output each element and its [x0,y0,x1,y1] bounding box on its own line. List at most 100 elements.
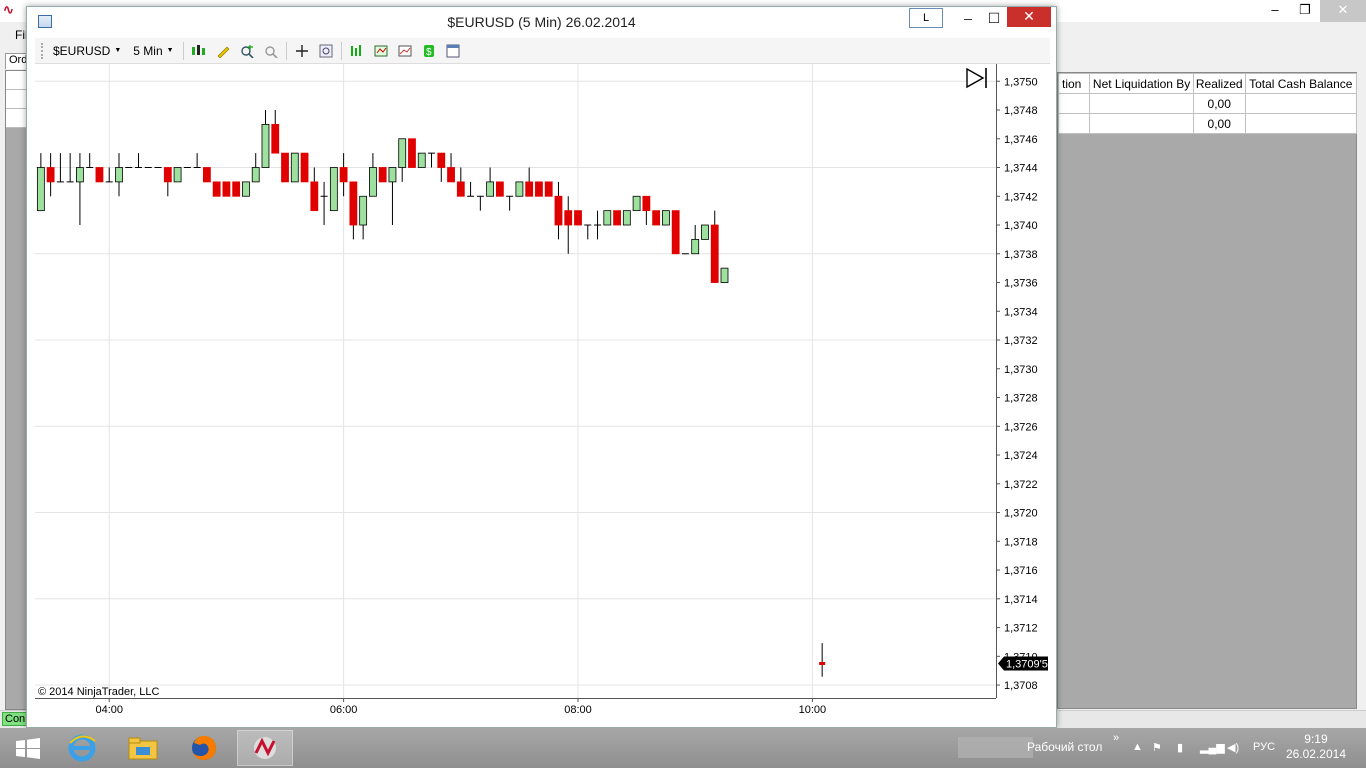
copyright-text: © 2014 NinjaTrader, LLC [38,686,159,698]
accounts-grid: tion Net Liquidation By Realized Total C… [1057,72,1358,709]
candle-body [359,195,368,226]
minimize-icon[interactable]: – [955,9,981,29]
candle-body [378,167,387,183]
cell [1244,93,1358,114]
candle-body [398,138,407,168]
column-header[interactable]: Net Liquidation By [1089,73,1194,94]
candle-body [564,210,573,226]
candle-body [329,167,338,212]
close-icon[interactable]: ✕ [1007,7,1051,27]
column-header[interactable]: Total Cash Balance [1244,73,1358,94]
candle-body [652,210,661,226]
candle-body [535,181,543,197]
ninjatrader-logo-icon: ∿ [3,2,14,17]
candle-body [115,167,123,183]
crosshair-icon[interactable] [293,42,311,60]
chart-toolbar: $EURUSD ▼ 5 Min ▼ $ [35,38,1050,64]
candle-body [632,195,641,212]
candle-body [701,224,709,240]
candle-body [271,123,280,154]
indicators-icon[interactable] [348,42,366,60]
internet-explorer-icon[interactable] [54,730,110,766]
chart-style-icon[interactable] [190,42,208,60]
svg-text:$: $ [426,47,432,58]
y-tick-label: 1,3750 [1004,76,1038,88]
maximize-icon[interactable]: ☐ [981,9,1007,29]
candle-body [613,210,621,226]
zoom-in-icon[interactable] [238,42,256,60]
language-indicator[interactable]: РУС [1253,741,1275,753]
minimize-icon[interactable]: – [1260,0,1290,22]
clock[interactable]: 9:19 26.02.2014 [1286,732,1346,762]
candle-body [232,181,241,197]
toolbar-grip [41,42,44,59]
network-icon[interactable]: ▂▄▆ [1200,741,1225,754]
y-tick-label: 1,3734 [1004,306,1038,318]
candle-body [163,167,172,183]
candle-body [36,167,45,212]
y-tick-label: 1,3736 [1004,278,1038,290]
candle-body [447,167,455,183]
candle-body [554,195,563,226]
properties-icon[interactable] [444,42,462,60]
link-button[interactable]: L [909,8,943,28]
overflow-icon[interactable]: » [1113,732,1119,744]
cell: 0,00 [1192,93,1246,114]
accounts-grid-header: tion Net Liquidation By Realized Total C… [1057,73,1358,94]
candle-body [671,210,680,255]
candlestick-chart[interactable]: 1,3750 1,3748 1,3746 1,3744 1,3742 1,3740 1,37… [35,64,1050,716]
drawing-tools-icon[interactable] [214,42,232,60]
table-row[interactable]: 0,00 [1057,93,1358,114]
candle-body [417,152,426,168]
y-tick-label: 1,3728 [1004,393,1038,405]
candle-body [710,224,719,283]
clock-date: 26.02.2014 [1285,747,1346,761]
candle-body [300,152,309,183]
chart-window-titlebar[interactable]: $EURUSD (5 Min) 26.02.2014 L – ☐ ✕ [27,7,1056,37]
candle-body [437,152,446,168]
start-button[interactable] [0,730,56,766]
y-tick-label: 1,3720 [1004,508,1038,520]
show-hidden-icons-icon[interactable]: ▲ [1132,741,1143,753]
dollar-icon[interactable]: $ [420,42,438,60]
candle-body [281,152,289,183]
candle-body [544,181,553,197]
candle-body [290,152,299,183]
candle-body [310,181,319,212]
strategies-icon[interactable] [372,42,390,60]
cell [1057,93,1091,114]
table-row[interactable]: 0,00 [1057,113,1358,134]
file-explorer-icon[interactable] [115,730,171,766]
instrument-selector[interactable]: $EURUSD ▼ [50,44,124,58]
chart-trader-icon[interactable] [396,42,414,60]
data-box-icon[interactable] [317,42,335,60]
candle-body [456,181,465,197]
desktop-toolbar-label[interactable]: Рабочий стол [1027,740,1102,754]
close-icon[interactable]: ✕ [1320,0,1366,22]
candle-body [173,167,182,183]
cell: 0,00 [1192,113,1246,134]
last-tick-body [819,661,826,665]
action-center-icon[interactable]: ⚑ [1152,741,1162,754]
candle-body [642,195,651,212]
column-header[interactable]: Realized [1192,73,1246,94]
interval-selector[interactable]: 5 Min ▼ [130,44,176,58]
firefox-icon[interactable] [176,730,232,766]
candle-body [525,181,534,197]
candle-body [242,181,250,197]
candle-body [339,167,348,183]
candle-body [369,167,377,197]
ninjatrader-taskbar-button[interactable] [237,730,293,766]
restore-icon[interactable]: ❐ [1290,0,1320,22]
candle-body [46,167,55,183]
battery-icon[interactable]: ▮ [1177,741,1183,754]
y-tick-label: 1,3746 [1004,134,1038,146]
taskbar-ghost [958,737,1033,758]
candle-body [388,167,397,183]
divider [182,41,184,60]
zoom-out-icon[interactable] [262,42,280,60]
column-header[interactable]: tion [1057,73,1091,94]
candle-body [261,123,270,168]
candle-body [202,167,211,183]
volume-icon[interactable]: ◀) [1227,741,1239,754]
